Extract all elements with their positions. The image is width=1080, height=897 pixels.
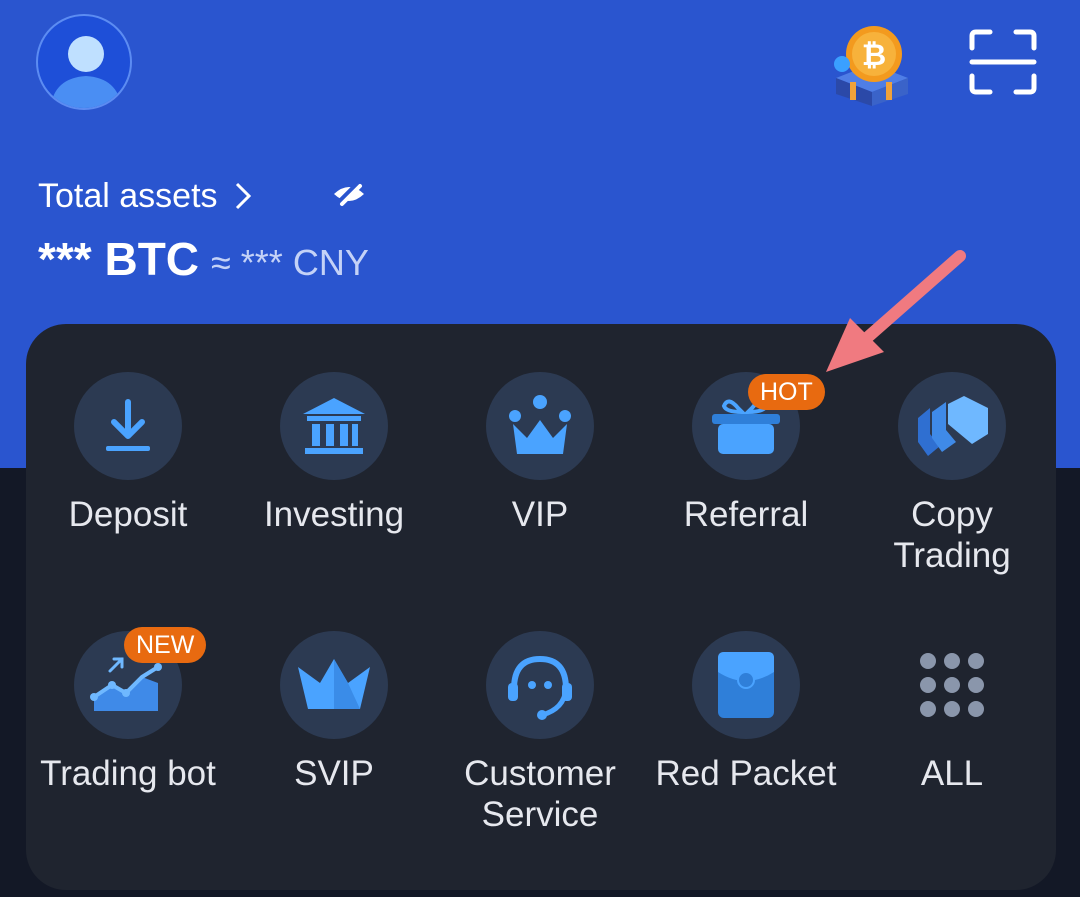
gift-icon: HOT xyxy=(692,372,825,480)
balance-btc: *** BTC xyxy=(38,233,200,285)
total-assets-label: Total assets xyxy=(38,176,218,215)
shortcut-label: ALL xyxy=(920,754,984,793)
new-badge: NEW xyxy=(124,627,207,663)
shortcut-label: Investing xyxy=(263,495,405,534)
download-icon xyxy=(74,372,182,480)
shortcut-label: Deposit xyxy=(68,495,188,534)
svip-crown-icon xyxy=(280,631,388,739)
shortcut-label: VIP xyxy=(511,495,569,534)
crown-icon xyxy=(486,372,594,480)
shortcut-all[interactable]: ALL xyxy=(849,631,1055,794)
shortcut-red-packet[interactable]: Red Packet xyxy=(643,631,849,794)
shortcut-referral[interactable]: HOT Referral xyxy=(643,372,849,535)
shortcut-investing[interactable]: Investing xyxy=(231,372,437,535)
shortcut-label: Referral xyxy=(683,495,809,534)
scan-icon[interactable] xyxy=(968,28,1038,96)
bank-icon xyxy=(280,372,388,480)
shortcut-label: SVIP xyxy=(294,754,374,793)
shortcut-label: Customer Service xyxy=(464,754,616,834)
balance-cny: ≈ *** CNY xyxy=(211,242,369,283)
bitcoin-bonus-icon[interactable]: ₿ xyxy=(828,20,916,108)
avatar-icon[interactable] xyxy=(36,14,132,110)
total-assets-link[interactable]: Total assets xyxy=(38,174,252,218)
grid-icon xyxy=(898,631,1006,739)
balance: *** BTC ≈ *** CNY xyxy=(38,232,369,286)
eye-off-icon[interactable] xyxy=(330,178,368,208)
shortcut-copy-trading[interactable]: Copy Trading xyxy=(849,372,1055,576)
annotation-arrow-icon xyxy=(826,250,966,372)
shortcut-trading-bot[interactable]: NEW Trading bot xyxy=(25,627,231,794)
shortcut-vip[interactable]: VIP xyxy=(437,372,643,535)
shortcut-deposit[interactable]: Deposit xyxy=(25,372,231,535)
shortcuts-panel: Deposit Investing VIP HOT Referral Copy … xyxy=(26,324,1056,890)
svg-text:₿: ₿ xyxy=(862,38,886,73)
headset-icon xyxy=(486,631,594,739)
shortcut-label: Copy Trading xyxy=(893,495,1011,575)
shortcut-label: Red Packet xyxy=(655,754,837,793)
shortcut-customer-service[interactable]: Customer Service xyxy=(437,631,643,835)
chevron-right-icon xyxy=(235,182,251,210)
trading-bot-icon: NEW xyxy=(74,627,207,739)
shortcut-label: Trading bot xyxy=(40,754,216,793)
shortcut-svip[interactable]: SVIP xyxy=(231,631,437,794)
red-packet-icon xyxy=(692,631,800,739)
